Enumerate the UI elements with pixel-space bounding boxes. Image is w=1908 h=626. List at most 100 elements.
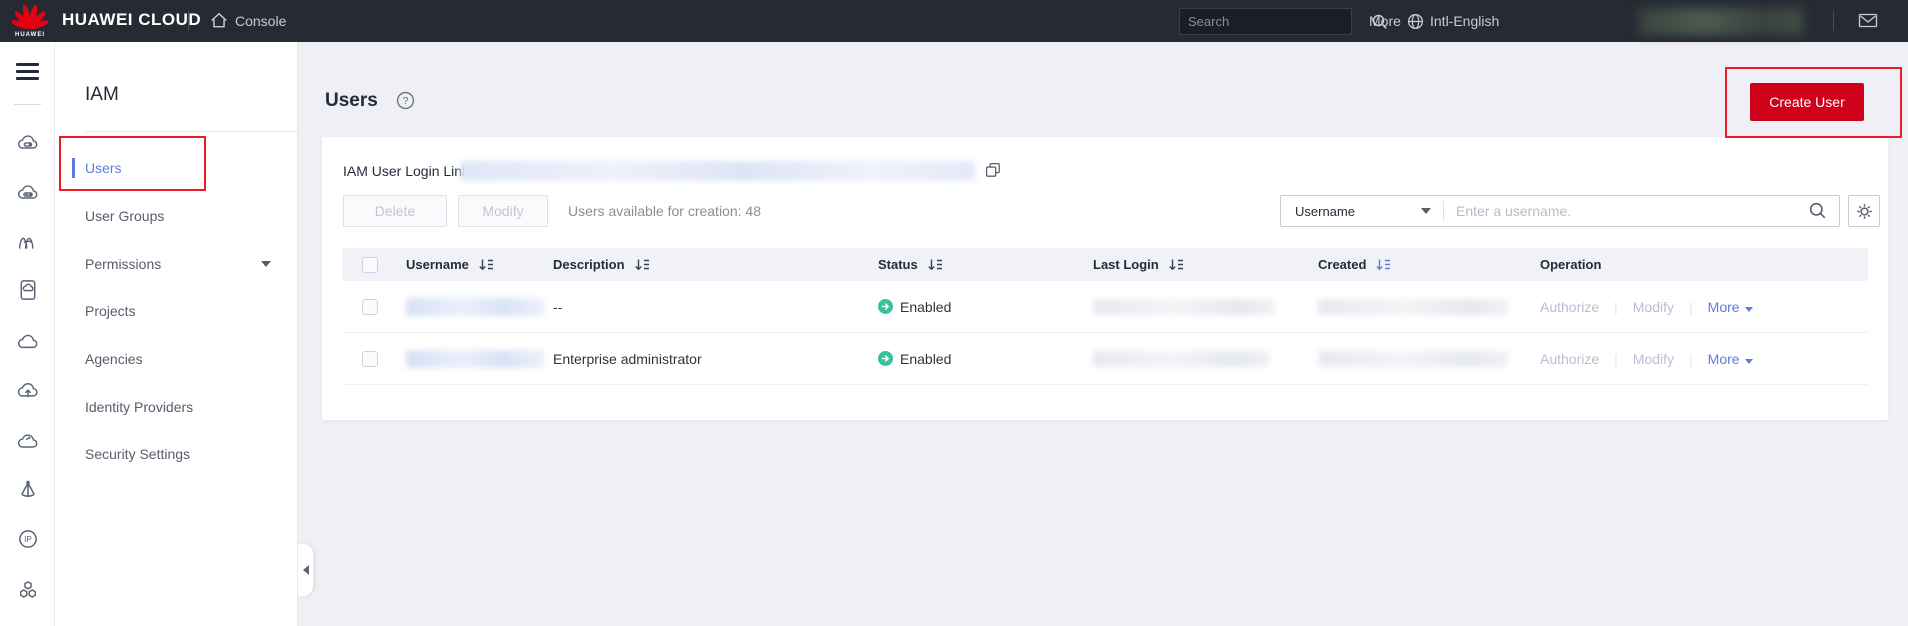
- login-link-row: IAM User Login Link:: [343, 159, 473, 183]
- modify-link[interactable]: Modify: [1633, 351, 1674, 367]
- pyramid-icon[interactable]: [0, 478, 55, 502]
- cloud-clock-icon[interactable]: [0, 429, 55, 453]
- table-row: Enterprise administrator Enabled Authori…: [342, 333, 1868, 385]
- rail-divider: [14, 104, 41, 105]
- more-menu[interactable]: More: [1369, 13, 1401, 29]
- column-header-operation: Operation: [1540, 257, 1602, 272]
- sidebar-item-security-settings[interactable]: Security Settings: [55, 432, 297, 476]
- table-row: -- Enabled Authorize | Modify | More: [342, 281, 1868, 333]
- operation-cell: Authorize | Modify | More: [1532, 281, 1868, 332]
- status-badge: Enabled: [878, 351, 951, 367]
- column-header-status[interactable]: Status: [870, 248, 1085, 281]
- enabled-status-icon: [878, 299, 893, 314]
- column-header-created[interactable]: Created: [1310, 248, 1532, 281]
- table-settings-button[interactable]: [1848, 195, 1880, 227]
- cloud-icon[interactable]: [0, 330, 55, 354]
- search-icon[interactable]: [1809, 202, 1827, 220]
- row-checkbox[interactable]: [362, 298, 378, 315]
- username-redacted[interactable]: [406, 297, 545, 316]
- account-name-redacted[interactable]: [1639, 8, 1803, 35]
- sidebar-item-agencies[interactable]: Agencies: [55, 337, 297, 381]
- language-selector[interactable]: Intl-English: [1430, 13, 1499, 29]
- chevron-down-icon: [261, 261, 271, 267]
- description-value: --: [553, 298, 563, 315]
- cloud-database-icon[interactable]: [0, 180, 55, 204]
- more-link[interactable]: More: [1708, 299, 1753, 315]
- row-checkbox[interactable]: [362, 350, 378, 367]
- sort-icon-active[interactable]: [1376, 259, 1391, 271]
- sort-icon[interactable]: [1169, 259, 1184, 271]
- filter-field-select[interactable]: Username: [1281, 196, 1443, 226]
- topbar-divider: [1833, 11, 1834, 31]
- description-value: Enterprise administrator: [553, 350, 702, 367]
- mail-icon[interactable]: [1858, 12, 1878, 34]
- user-filter-box: Username: [1280, 195, 1840, 227]
- created-redacted: [1318, 298, 1508, 315]
- chevron-left-icon: [302, 565, 309, 575]
- globe-icon[interactable]: [1407, 13, 1424, 35]
- gear-icon: [1856, 203, 1872, 219]
- create-user-button[interactable]: Create User: [1750, 83, 1864, 121]
- sort-icon[interactable]: [479, 259, 494, 271]
- delete-button[interactable]: Delete: [343, 195, 447, 227]
- column-header-username[interactable]: Username: [398, 248, 545, 281]
- huawei-logo-icon[interactable]: HUAWEI: [10, 3, 50, 39]
- global-search-input[interactable]: [1180, 14, 1372, 29]
- modify-link[interactable]: Modify: [1633, 299, 1674, 315]
- table-header-row: Username Description Status Last Login C…: [342, 248, 1868, 281]
- users-available-text: Users available for creation: 48: [568, 203, 761, 219]
- last-login-redacted: [1093, 298, 1275, 315]
- operation-cell: Authorize | Modify | More: [1532, 333, 1868, 384]
- table-toolbar: Delete Modify Users available for creati…: [322, 195, 1888, 227]
- sidebar-item-permissions[interactable]: Permissions: [55, 242, 297, 286]
- help-icon[interactable]: ?: [396, 91, 415, 115]
- username-redacted[interactable]: [406, 349, 545, 368]
- cloud-upload-icon[interactable]: [0, 379, 55, 403]
- mobile-cloud-icon[interactable]: [0, 278, 55, 302]
- chevron-down-icon: [1744, 358, 1753, 364]
- select-all-checkbox[interactable]: [362, 256, 378, 273]
- global-search-box: [1179, 8, 1387, 35]
- more-link[interactable]: More: [1708, 351, 1753, 367]
- brand-title: HUAWEI CLOUD: [62, 10, 202, 29]
- login-link-value-redacted: [460, 161, 975, 181]
- console-link[interactable]: Console: [235, 13, 286, 29]
- active-indicator: [72, 158, 75, 178]
- hexagon-cluster-icon[interactable]: [0, 578, 55, 602]
- sidebar-item-users[interactable]: Users: [55, 146, 297, 190]
- hamburger-menu-icon[interactable]: [16, 63, 39, 84]
- sidebar-item-user-groups[interactable]: User Groups: [55, 194, 297, 238]
- svg-text:IP: IP: [24, 535, 32, 544]
- huawei-logo-caption: HUAWEI: [15, 32, 45, 38]
- copy-icon[interactable]: [985, 162, 1001, 183]
- users-table: Username Description Status Last Login C…: [342, 248, 1868, 385]
- authorize-link[interactable]: Authorize: [1540, 299, 1599, 315]
- last-login-redacted: [1093, 350, 1270, 367]
- people-icon[interactable]: [0, 230, 55, 254]
- modify-button[interactable]: Modify: [458, 195, 548, 227]
- authorize-link[interactable]: Authorize: [1540, 351, 1599, 367]
- ip-icon[interactable]: IP: [0, 527, 55, 551]
- service-icon-rail: IP: [0, 42, 55, 626]
- sidebar-item-projects[interactable]: Projects: [55, 289, 297, 333]
- cloud-server-icon[interactable]: [0, 130, 55, 154]
- sort-icon[interactable]: [928, 259, 943, 271]
- enabled-status-icon: [878, 351, 893, 366]
- column-header-description[interactable]: Description: [545, 248, 870, 281]
- sidebar-item-identity-providers[interactable]: Identity Providers: [55, 385, 297, 429]
- created-redacted: [1318, 350, 1508, 367]
- users-card: IAM User Login Link: Delete Modify Users…: [322, 137, 1888, 420]
- top-bar: HUAWEI HUAWEI CLOUD Console More Intl-En…: [0, 0, 1908, 42]
- nav-divider: [85, 131, 297, 132]
- home-icon[interactable]: [210, 12, 228, 34]
- login-link-label: IAM User Login Link:: [343, 163, 473, 179]
- sort-icon[interactable]: [634, 259, 650, 271]
- username-search-input[interactable]: [1444, 203, 1809, 219]
- chevron-down-icon: [1421, 208, 1431, 214]
- iam-nav-panel: IAM Users User Groups Permissions Projec…: [55, 42, 298, 626]
- sidebar-collapse-handle[interactable]: [298, 544, 313, 596]
- chevron-down-icon: [1744, 306, 1753, 312]
- column-header-last-login[interactable]: Last Login: [1085, 248, 1310, 281]
- svg-text:?: ?: [403, 95, 409, 107]
- page-title: Users: [325, 90, 378, 111]
